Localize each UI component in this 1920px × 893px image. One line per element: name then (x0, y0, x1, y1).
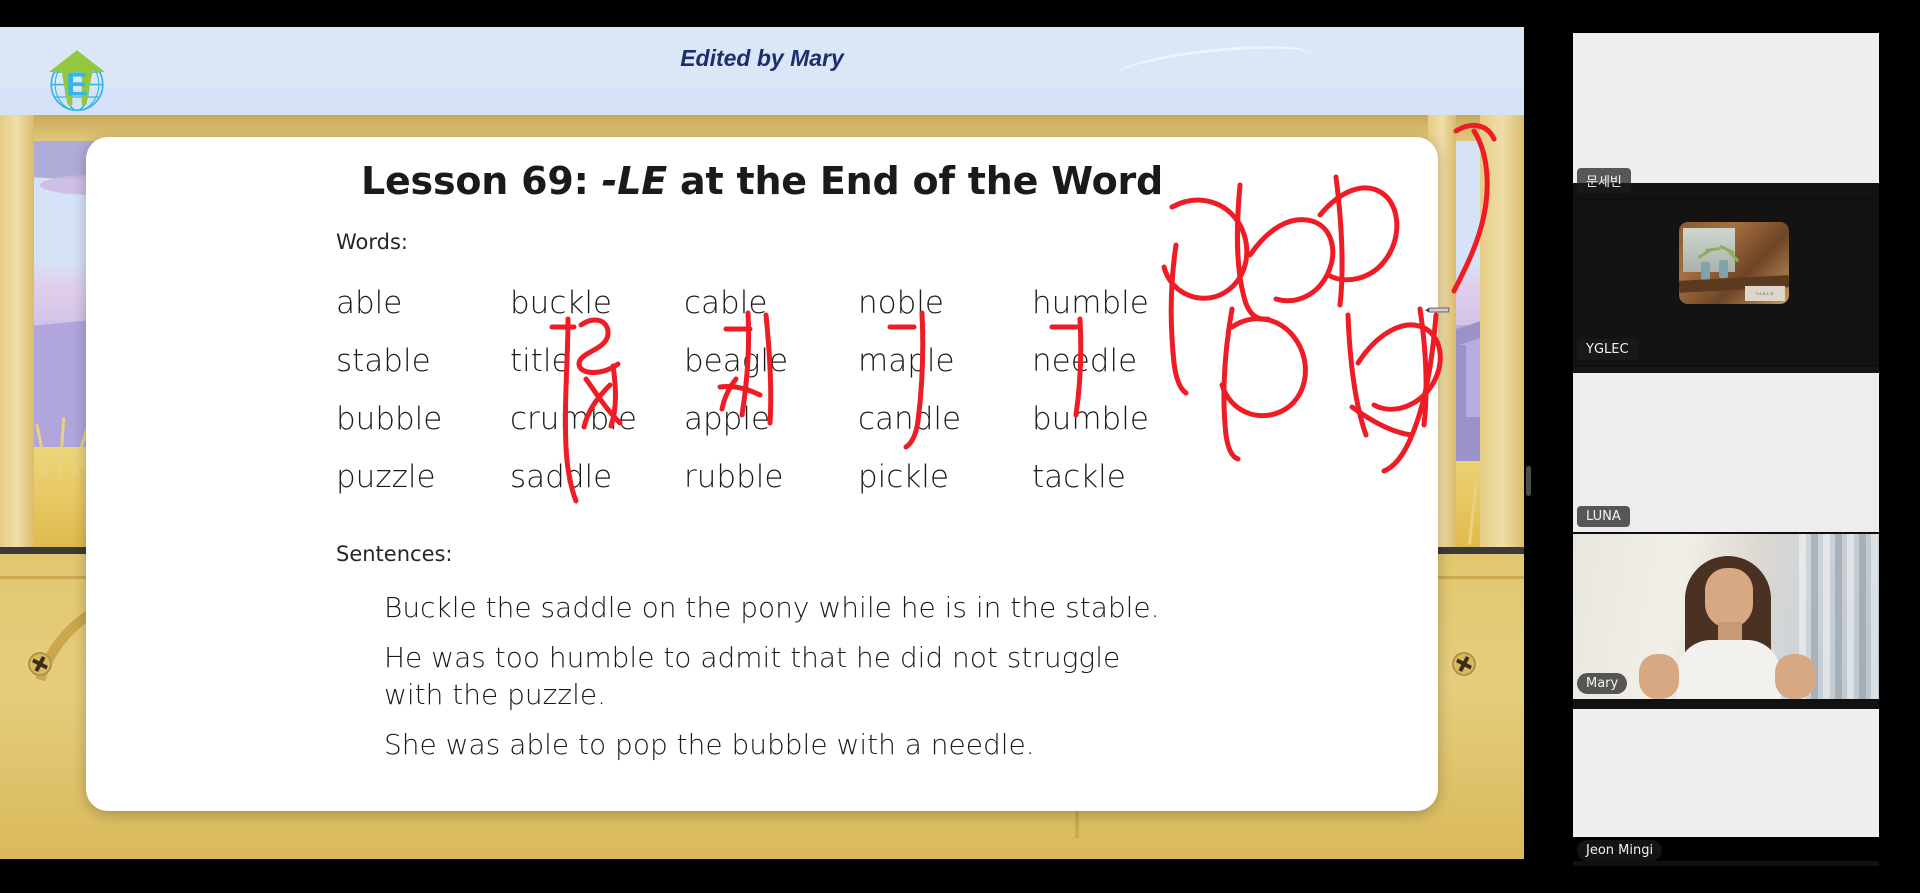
word-cell: stable (336, 343, 431, 379)
lesson-title-italic-le: -LE (601, 159, 668, 203)
word-cell: candle (858, 401, 962, 437)
shared-photo-thumbnail: TABLE (1679, 222, 1789, 304)
words-row: able buckle cable noble humble (336, 285, 1206, 321)
lesson-slide-card: Lesson 69: -LE at the End of the Word Wo… (86, 137, 1438, 811)
participant-tile-mary[interactable]: Mary (1573, 534, 1879, 699)
word-cell: rubble (684, 459, 784, 495)
panel-resize-grabber[interactable] (1526, 466, 1531, 496)
participant-tile-luna[interactable]: LUNA (1573, 367, 1879, 532)
sentence-item: He was too humble to admit that he did n… (384, 640, 1121, 712)
participant-name: YGLEC (1577, 339, 1638, 360)
word-cell: needle (1032, 343, 1138, 379)
words-row: bubble crumble apple candle bumble (336, 401, 1206, 437)
lesson-title-prefix: Lesson 69: (360, 159, 602, 203)
bus-pillar-left (0, 115, 34, 555)
word-cell: bubble (336, 401, 443, 437)
participant-tile-munsebin[interactable]: 문세빈 (1573, 33, 1879, 198)
words-grid: able buckle cable noble humble stable ti… (336, 285, 1206, 517)
word-cell: cable (684, 285, 768, 321)
word-cell: humble (1032, 285, 1149, 321)
words-row: puzzle saddle rubble pickle tackle (336, 459, 1206, 495)
svg-text:E: E (66, 65, 88, 102)
globe-arrow-logo-icon: E (48, 50, 106, 112)
participant-name: Jeon Mingi (1577, 840, 1663, 861)
sentences-list: Buckle the saddle on the pony while he i… (384, 589, 1284, 775)
word-cell: able (336, 285, 403, 321)
sentences-section-label: Sentences: (336, 542, 453, 566)
words-section-label: Words: (336, 230, 408, 254)
word-cell: tackle (1032, 459, 1126, 495)
participant-tile-yglec[interactable]: TABLE YGLEC (1573, 200, 1879, 365)
word-cell: pickle (858, 459, 949, 495)
word-cell: puzzle (336, 459, 436, 495)
word-cell: buckle (510, 285, 613, 321)
shared-screen-stage[interactable]: SCHOOL Edited by Mary E Lesson 69: -LE a… (0, 27, 1524, 859)
words-row: stable title beagle maple needle (336, 343, 1206, 379)
sentence-item: Buckle the saddle on the pony while he i… (384, 591, 1160, 624)
edited-by-label: Edited by Mary (680, 44, 844, 71)
word-cell: crumble (510, 401, 637, 437)
word-cell: saddle (510, 459, 613, 495)
word-cell: noble (858, 285, 944, 321)
participant-name: 문세빈 (1577, 168, 1631, 193)
word-cell: maple (858, 343, 955, 379)
lesson-title: Lesson 69: -LE at the End of the Word (86, 159, 1438, 203)
word-cell: title (510, 343, 571, 379)
participant-name: LUNA (1577, 506, 1630, 527)
dash-screw-right (1452, 652, 1476, 676)
word-cell: beagle (684, 343, 789, 379)
word-cell: bumble (1032, 401, 1149, 437)
bus-pillar-far-right (1480, 115, 1524, 555)
word-cell: apple (684, 401, 771, 437)
lesson-title-suffix: at the End of the Word (667, 159, 1164, 203)
participant-video-panel: 문세빈 TABLE YGLEC LUNA Mary Jeon Mingi (1573, 33, 1879, 866)
screen-share-meeting-window: SCHOOL Edited by Mary E Lesson 69: -LE a… (0, 0, 1920, 893)
sentence-item: She was able to pop the bubble with a ne… (384, 727, 1035, 761)
dash-screw-left (28, 652, 52, 676)
participant-name: Mary (1577, 673, 1628, 694)
